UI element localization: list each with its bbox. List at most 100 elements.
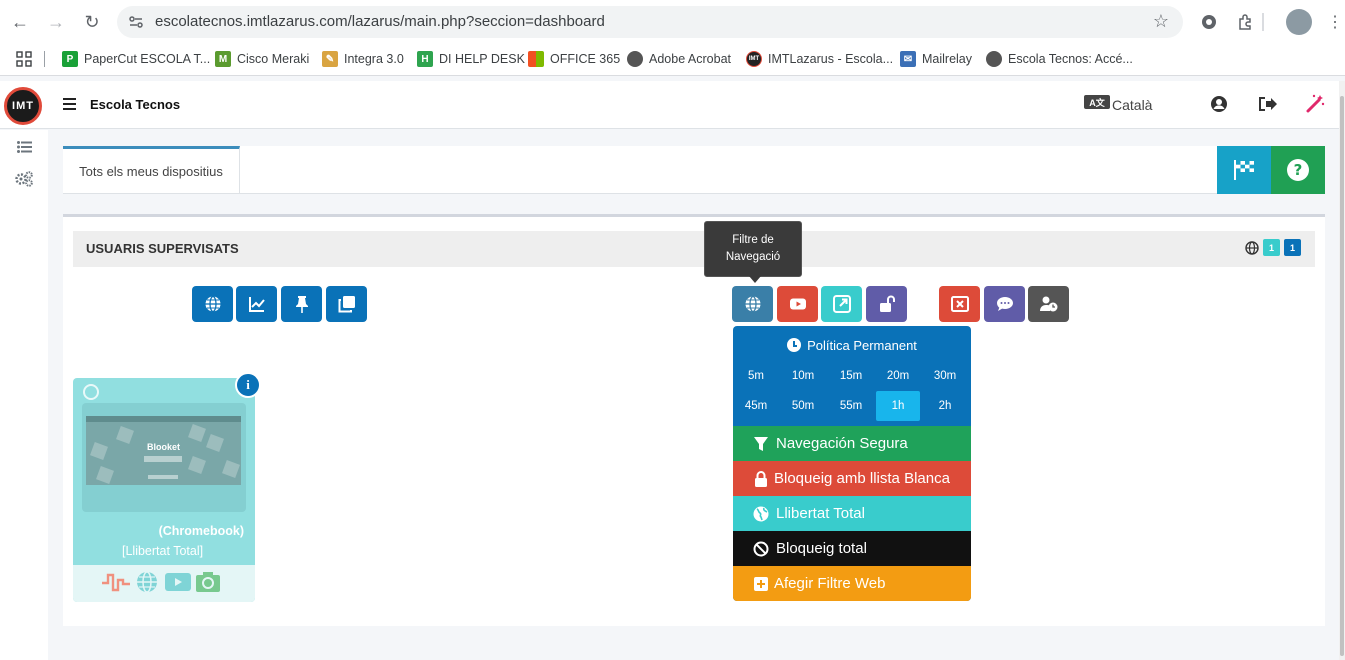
time-option-20m[interactable]: 20m xyxy=(876,361,920,391)
user-session-button[interactable] xyxy=(1028,286,1069,322)
youtube-icon[interactable] xyxy=(165,571,191,593)
bookmark-office-365[interactable]: OFFICE 365 xyxy=(528,51,620,67)
web-filter-tooltip: Filtre de Navegació xyxy=(704,221,802,283)
card-header: USUARIS SUPERVISATS 1 1 xyxy=(73,231,1315,267)
copy-button[interactable] xyxy=(326,286,367,322)
mail-icon: ✉ xyxy=(900,51,916,67)
user-clock-icon xyxy=(1039,296,1057,312)
time-option-15m[interactable]: 15m xyxy=(829,361,873,391)
ban-icon xyxy=(753,541,769,557)
bookmarks-divider xyxy=(44,51,45,67)
time-option-1h[interactable]: 1h xyxy=(876,391,920,421)
tooltip-line-2: Navegació xyxy=(725,251,781,263)
option-safe-navigation[interactable]: Navegación Segura xyxy=(733,426,971,461)
magic-wand-icon[interactable] xyxy=(1304,93,1326,115)
time-option-45m[interactable]: 45m xyxy=(734,391,778,421)
device-screenshot[interactable]: Blooket xyxy=(86,416,241,485)
language-selector[interactable]: Català xyxy=(1112,97,1152,113)
site-info-icon[interactable] xyxy=(127,13,145,31)
hamburger-menu-icon[interactable] xyxy=(63,98,76,110)
option-label: Afegir Filtre Web xyxy=(774,575,886,592)
app-header: IMT Escola Tecnos A文 Català xyxy=(0,81,1340,129)
question-circle-icon: ? xyxy=(1287,159,1309,181)
web-filter-button[interactable] xyxy=(732,286,773,322)
device-card[interactable]: i Blooket (Chromebook) [Llibertat Total] xyxy=(73,372,261,602)
comment-icon xyxy=(996,297,1013,311)
time-option-30m[interactable]: 30m xyxy=(923,361,967,391)
option-label: Bloqueig amb llista Blanca xyxy=(774,470,950,487)
bookmark-adobe-acrobat[interactable]: Adobe Acrobat xyxy=(627,51,731,67)
globe-icon xyxy=(745,295,760,313)
bookmark-di-help-desk[interactable]: H DI HELP DESK xyxy=(417,51,525,67)
youtube-button[interactable] xyxy=(777,286,818,322)
time-option-50m[interactable]: 50m xyxy=(781,391,825,421)
screenshot-title: Blooket xyxy=(146,442,180,452)
list-icon[interactable] xyxy=(14,138,34,156)
back-icon[interactable]: ← xyxy=(8,10,32,34)
page-scrollbar[interactable] xyxy=(1339,81,1345,660)
permanent-policy-label: Política Permanent xyxy=(807,337,917,353)
permanent-policy-heading[interactable]: Política Permanent xyxy=(733,326,971,364)
checkered-flag-button[interactable] xyxy=(1217,146,1271,194)
forward-icon[interactable]: → xyxy=(44,10,68,34)
message-button[interactable] xyxy=(984,286,1025,322)
info-icon[interactable]: i xyxy=(235,372,261,398)
option-whitelist-block[interactable]: Bloqueig amb llista Blanca xyxy=(733,461,971,496)
device-actions xyxy=(73,565,255,602)
user-profile-icon[interactable] xyxy=(1208,93,1230,115)
browser-toolbar: ← → ↻ escolatecnos.imtlazarus.com/lazaru… xyxy=(0,0,1345,44)
time-option-10m[interactable]: 10m xyxy=(781,361,825,391)
tab-all-devices[interactable]: Tots els meus dispositius xyxy=(63,146,240,194)
line-chart-icon xyxy=(248,297,265,312)
option-add-web-filter[interactable]: Afegir Filtre Web xyxy=(733,566,971,601)
helpdesk-icon: H xyxy=(417,51,433,67)
extension-globe-icon[interactable] xyxy=(1197,10,1221,34)
option-label: Llibertat Total xyxy=(776,505,865,522)
pin-button[interactable] xyxy=(281,286,322,322)
tooltip-line-1: Filtre de xyxy=(732,234,774,246)
bookmarks-bar: P PaperCut ESCOLA T... M Cisco Meraki ✎ Int… xyxy=(0,44,1345,76)
activity-icon[interactable] xyxy=(101,571,131,593)
logout-icon[interactable] xyxy=(1256,93,1278,115)
option-label: Bloqueig total xyxy=(776,540,867,557)
option-total-freedom[interactable]: Llibertat Total xyxy=(733,496,971,531)
unlock-button[interactable] xyxy=(866,286,907,322)
time-option-55m[interactable]: 55m xyxy=(829,391,873,421)
address-bar[interactable]: escolatecnos.imtlazarus.com/lazarus/main… xyxy=(117,6,1183,38)
settings-gears-icon[interactable] xyxy=(14,170,34,188)
imt-icon: IMT xyxy=(746,51,762,67)
clock-icon xyxy=(787,338,802,352)
bookmark-integra[interactable]: ✎ Integra 3.0 xyxy=(322,51,404,67)
bookmark-papercut[interactable]: P PaperCut ESCOLA T... xyxy=(62,51,210,67)
globe-icon[interactable] xyxy=(136,571,158,593)
bookmark-cisco-meraki[interactable]: M Cisco Meraki xyxy=(215,51,309,67)
web-button[interactable] xyxy=(192,286,233,322)
office-icon xyxy=(528,51,544,67)
profile-avatar[interactable] xyxy=(1286,9,1312,35)
close-tab-button[interactable] xyxy=(939,286,980,322)
help-button[interactable]: ? xyxy=(1271,146,1325,194)
imt-logo[interactable]: IMT xyxy=(4,87,42,125)
option-total-block[interactable]: Bloqueig total xyxy=(733,531,971,566)
camera-icon[interactable] xyxy=(196,571,220,593)
statistics-button[interactable] xyxy=(236,286,277,322)
open-url-button[interactable] xyxy=(821,286,862,322)
bookmark-label: IMTLazarus - Escola... xyxy=(768,52,894,66)
browser-menu-icon[interactable]: ⋮ xyxy=(1323,10,1345,34)
bookmark-label: Escola Tecnos: Accé... xyxy=(1008,52,1133,66)
bookmark-label: DI HELP DESK xyxy=(439,52,525,66)
time-option-2h[interactable]: 2h xyxy=(923,391,967,421)
bookmark-mailrelay[interactable]: ✉ Mailrelay xyxy=(900,51,972,67)
screenshot-button xyxy=(148,475,178,479)
bookmark-escola-tecnos[interactable]: Escola Tecnos: Accé... xyxy=(986,51,1133,67)
translate-icon[interactable]: A文 xyxy=(1084,95,1110,109)
reload-icon[interactable]: ↻ xyxy=(80,10,104,34)
bookmark-imtlazarus[interactable]: IMT IMTLazarus - Escola... xyxy=(746,51,893,67)
bookmark-star-icon[interactable]: ☆ xyxy=(1153,11,1169,32)
plus-square-icon xyxy=(753,576,769,592)
apps-grid-icon[interactable] xyxy=(16,51,32,67)
extensions-puzzle-icon[interactable] xyxy=(1233,10,1257,34)
time-option-5m[interactable]: 5m xyxy=(734,361,778,391)
unlock-icon xyxy=(879,295,895,312)
integra-icon: ✎ xyxy=(322,51,338,67)
